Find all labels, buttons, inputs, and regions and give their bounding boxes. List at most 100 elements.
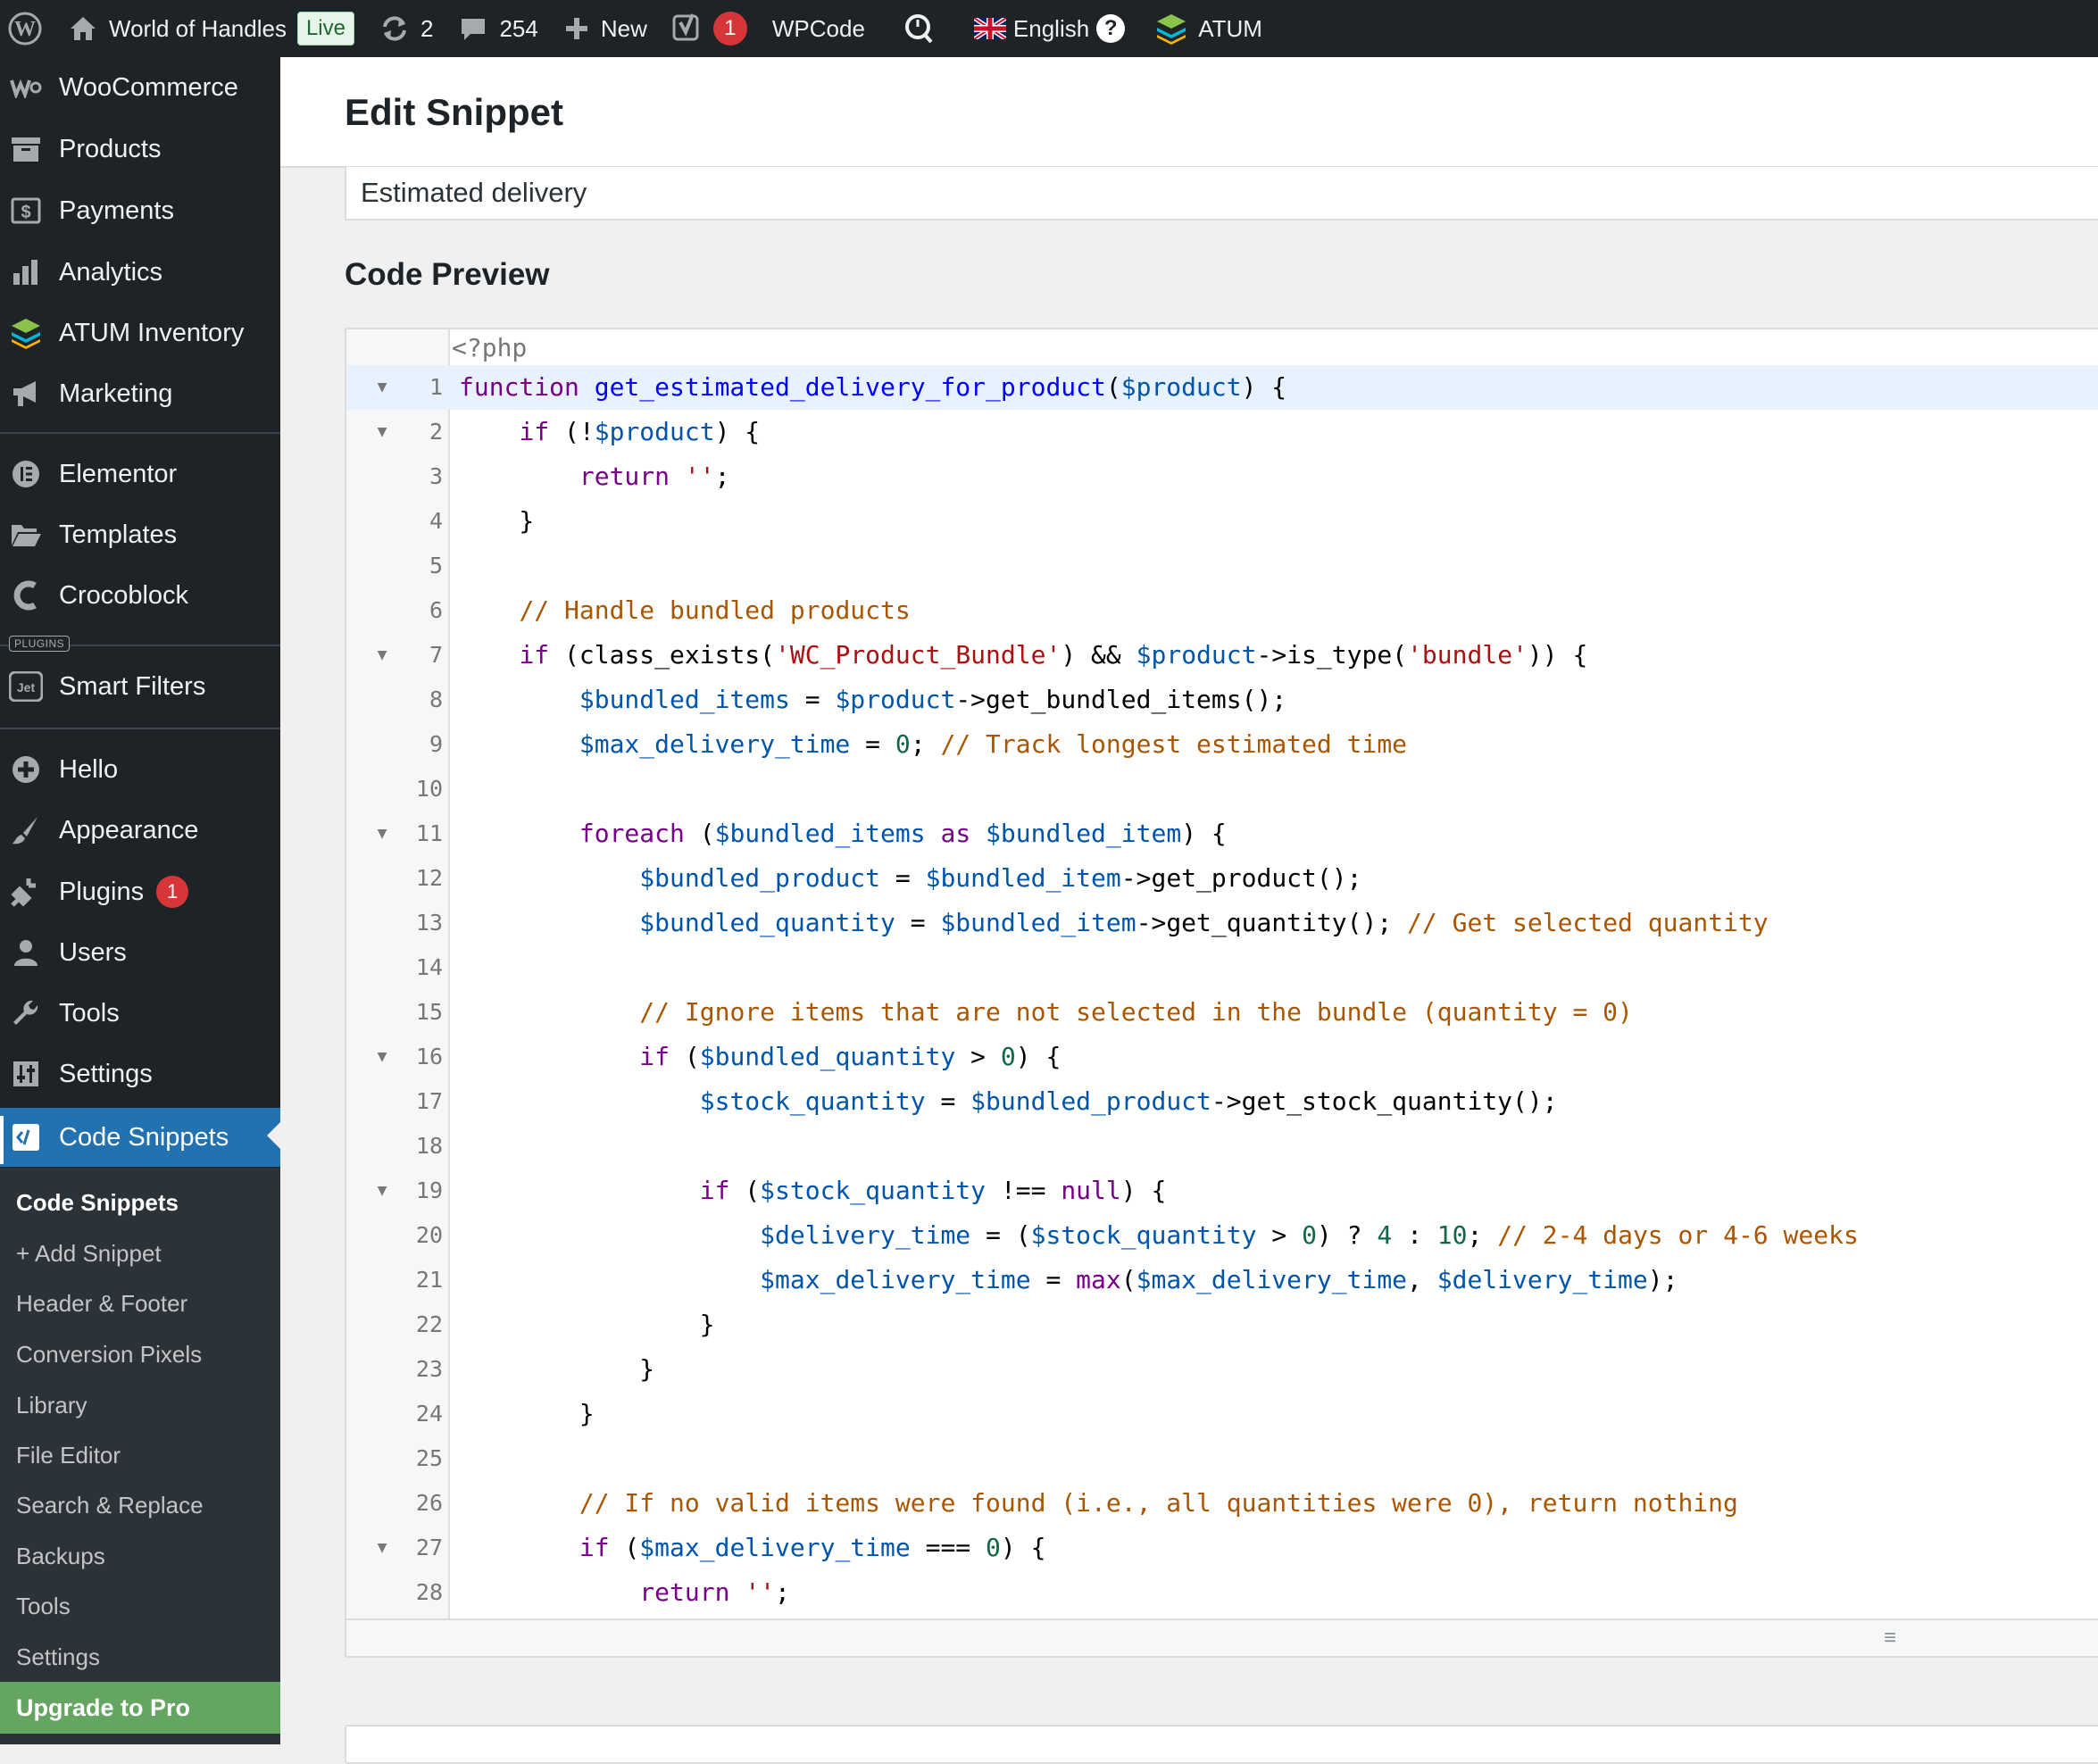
- sidebar-item-appearance[interactable]: Appearance: [0, 803, 280, 858]
- atum-link[interactable]: ATUM: [1137, 0, 1275, 57]
- code-text: if (!$product) {: [519, 417, 761, 446]
- code-line[interactable]: 6 // Handle bundled products: [346, 588, 2098, 633]
- submenu-backups[interactable]: Backups: [16, 1543, 105, 1570]
- editor-resize-bar[interactable]: ≡: [346, 1618, 2098, 1656]
- atum-layers-icon: [1157, 14, 1186, 45]
- sidebar-item-payments[interactable]: $ Payments: [0, 183, 280, 238]
- sidebar-item-analytics[interactable]: Analytics: [0, 245, 280, 300]
- code-line[interactable]: ▼ 11 foreach ($bundled_items as $bundled_…: [346, 811, 2098, 856]
- sidebar-item-hello[interactable]: Hello: [0, 742, 280, 797]
- language-label: English: [1012, 14, 1090, 42]
- line-number: 13: [415, 910, 443, 936]
- fold-toggle-icon[interactable]: ▼: [373, 811, 391, 856]
- fold-toggle-icon[interactable]: ▼: [373, 633, 391, 678]
- plug-icon: [9, 875, 43, 909]
- sidebar-item-marketing[interactable]: Marketing: [0, 366, 280, 421]
- submenu-code-snippets[interactable]: Code Snippets: [16, 1189, 179, 1217]
- new-content-link[interactable]: New: [551, 0, 660, 57]
- atum-label: ATUM: [1198, 14, 1262, 42]
- comments-link[interactable]: 254: [445, 0, 550, 57]
- code-line[interactable]: 24 }: [346, 1392, 2098, 1436]
- sidebar-item-products[interactable]: Products: [0, 121, 280, 177]
- sidebar-item-crocoblock[interactable]: Crocoblock: [0, 568, 280, 623]
- wpcode-link[interactable]: WPCode: [760, 0, 878, 57]
- submenu-search-replace[interactable]: Search & Replace: [16, 1492, 204, 1519]
- submenu-conversion-pixels[interactable]: Conversion Pixels: [16, 1341, 202, 1369]
- code-line[interactable]: 17 $stock_quantity = $bundled_product->g…: [346, 1079, 2098, 1124]
- sidebar-item-woocommerce[interactable]: WooCommerce: [0, 60, 280, 115]
- submenu-settings[interactable]: Settings: [16, 1643, 100, 1671]
- fold-toggle-icon[interactable]: ▼: [373, 365, 391, 410]
- code-line[interactable]: 23 }: [346, 1347, 2098, 1392]
- code-text: return '';: [579, 462, 730, 491]
- submenu-header-footer[interactable]: Header & Footer: [16, 1290, 187, 1318]
- fold-toggle-icon[interactable]: ▼: [373, 1169, 391, 1213]
- code-line[interactable]: 13 $bundled_quantity = $bundled_item->ge…: [346, 901, 2098, 945]
- atum-layers-icon: [9, 316, 43, 350]
- code-line[interactable]: 26 // If no valid items were found (i.e.…: [346, 1481, 2098, 1526]
- code-line[interactable]: 21 $max_delivery_time = max($max_deliver…: [346, 1258, 2098, 1302]
- code-line[interactable]: 25: [346, 1436, 2098, 1481]
- code-line[interactable]: ▼ 2 if (!$product) {: [346, 410, 2098, 454]
- code-line[interactable]: 10: [346, 767, 2098, 811]
- code-text: function get_estimated_delivery_for_prod…: [459, 372, 1287, 402]
- menu-separator: [0, 728, 280, 729]
- submenu-tools[interactable]: Tools: [16, 1593, 71, 1620]
- wpcode-help-link[interactable]: [878, 0, 962, 57]
- code-text: // Handle bundled products: [519, 595, 911, 625]
- code-line[interactable]: 12 $bundled_product = $bundled_item->get…: [346, 856, 2098, 901]
- snippet-title-input[interactable]: [345, 167, 2098, 220]
- submenu-file-editor[interactable]: File Editor: [16, 1442, 121, 1469]
- sidebar-item-tools[interactable]: Tools: [0, 986, 280, 1041]
- code-line[interactable]: 15 // Ignore items that are not selected…: [346, 990, 2098, 1035]
- code-line[interactable]: ▼ 27 if ($max_delivery_time === 0) {: [346, 1526, 2098, 1570]
- submenu-add-snippet[interactable]: + Add Snippet: [16, 1240, 162, 1268]
- sidebar-item-smart-filters[interactable]: Jet Smart Filters: [0, 659, 280, 714]
- sidebar-item-elementor[interactable]: Elementor: [0, 446, 280, 502]
- upgrade-to-pro-link[interactable]: Upgrade to Pro: [0, 1682, 280, 1734]
- line-number: 5: [429, 553, 443, 578]
- fold-toggle-icon[interactable]: ▼: [373, 1526, 391, 1570]
- sidebar-item-plugins[interactable]: Plugins 1: [0, 864, 280, 919]
- code-line[interactable]: 22 }: [346, 1302, 2098, 1347]
- code-line[interactable]: 5: [346, 544, 2098, 588]
- code-line[interactable]: 18: [346, 1124, 2098, 1169]
- wordpress-logo-button[interactable]: W: [0, 0, 55, 57]
- code-text: $bundled_product = $bundled_item->get_pr…: [639, 863, 1362, 893]
- wpcode-label: WPCode: [771, 14, 865, 42]
- line-number: 25: [415, 1445, 443, 1471]
- code-editor[interactable]: <?php ▼ 1 function get_estimated_delivery_…: [345, 328, 2098, 1658]
- fold-toggle-icon[interactable]: ▼: [373, 410, 391, 454]
- code-line[interactable]: ▼ 7 if (class_exists('WC_Product_Bundle')…: [346, 633, 2098, 678]
- updates-link[interactable]: 2: [367, 0, 445, 57]
- archive-icon: [9, 132, 43, 166]
- yoast-seo-link[interactable]: 1: [660, 0, 760, 57]
- line-number: 23: [415, 1356, 443, 1382]
- language-switcher[interactable]: English ?: [962, 0, 1137, 57]
- code-text: $max_delivery_time = max($max_delivery_t…: [760, 1265, 1678, 1294]
- sidebar-item-settings[interactable]: Settings: [0, 1046, 280, 1102]
- code-text: foreach ($bundled_items as $bundled_item…: [579, 819, 1227, 848]
- resize-handle-icon[interactable]: ≡: [1884, 1626, 1896, 1651]
- submenu-library[interactable]: Library: [16, 1392, 87, 1419]
- sidebar-item-code-snippets[interactable]: Code Snippets: [0, 1108, 280, 1167]
- sidebar-item-atum-inventory[interactable]: ATUM Inventory: [0, 305, 280, 361]
- wordpress-icon: W: [8, 12, 42, 46]
- code-line[interactable]: 28 return '';: [346, 1570, 2098, 1615]
- paintbrush-icon: [9, 813, 43, 847]
- code-text: }: [459, 1399, 595, 1428]
- svg-text:$: $: [21, 203, 30, 222]
- code-line[interactable]: 9 $max_delivery_time = 0; // Track longe…: [346, 722, 2098, 767]
- code-line[interactable]: 4 }: [346, 499, 2098, 544]
- code-line[interactable]: 14: [346, 945, 2098, 990]
- code-line[interactable]: ▼ 1 function get_estimated_delivery_for_pr…: [346, 365, 2098, 410]
- site-name-link[interactable]: World of Handles Live: [55, 0, 367, 57]
- code-line[interactable]: ▼ 19 if ($stock_quantity !== null) {: [346, 1169, 2098, 1213]
- sidebar-item-users[interactable]: Users: [0, 925, 280, 980]
- code-line[interactable]: ▼ 16 if ($bundled_quantity > 0) {: [346, 1035, 2098, 1079]
- code-line[interactable]: 20 $delivery_time = ($stock_quantity > 0…: [346, 1213, 2098, 1258]
- sidebar-item-templates[interactable]: Templates: [0, 507, 280, 562]
- code-line[interactable]: 3 return '';: [346, 454, 2098, 499]
- fold-toggle-icon[interactable]: ▼: [373, 1035, 391, 1079]
- code-line[interactable]: 8 $bundled_items = $product->get_bundled…: [346, 678, 2098, 722]
